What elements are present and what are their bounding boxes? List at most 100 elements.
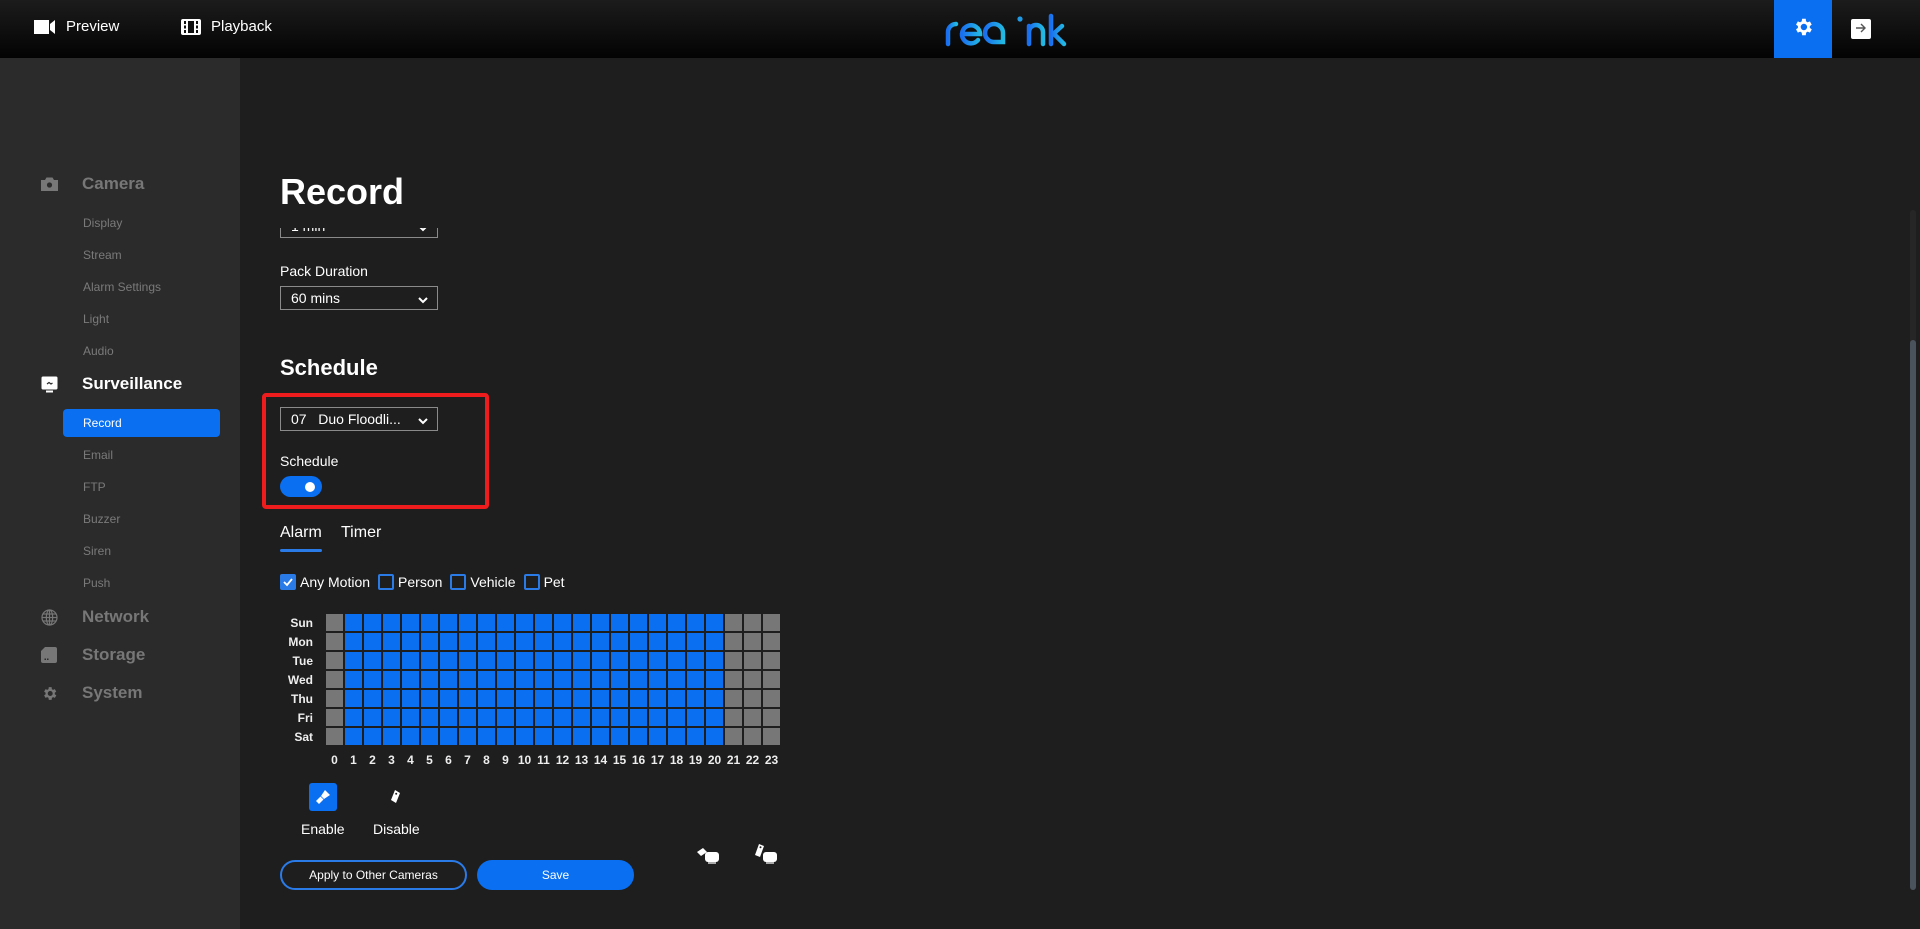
schedule-cell-sun-6[interactable] bbox=[440, 614, 457, 631]
schedule-cell-fri-11[interactable] bbox=[535, 709, 552, 726]
schedule-cell-mon-11[interactable] bbox=[535, 633, 552, 650]
sidebar-item-display[interactable]: Display bbox=[83, 216, 122, 230]
schedule-cell-thu-23[interactable] bbox=[763, 690, 780, 707]
schedule-cell-thu-0[interactable] bbox=[326, 690, 343, 707]
schedule-cell-tue-15[interactable] bbox=[611, 652, 628, 669]
schedule-cell-sat-23[interactable] bbox=[763, 728, 780, 745]
schedule-cell-mon-13[interactable] bbox=[573, 633, 590, 650]
schedule-cell-sun-7[interactable] bbox=[459, 614, 476, 631]
schedule-cell-thu-3[interactable] bbox=[383, 690, 400, 707]
schedule-cell-sun-18[interactable] bbox=[668, 614, 685, 631]
schedule-cell-thu-8[interactable] bbox=[478, 690, 495, 707]
schedule-cell-mon-22[interactable] bbox=[744, 633, 761, 650]
schedule-cell-sat-6[interactable] bbox=[440, 728, 457, 745]
schedule-cell-wed-21[interactable] bbox=[725, 671, 742, 688]
schedule-cell-wed-19[interactable] bbox=[687, 671, 704, 688]
schedule-cell-wed-3[interactable] bbox=[383, 671, 400, 688]
schedule-cell-mon-18[interactable] bbox=[668, 633, 685, 650]
schedule-cell-wed-13[interactable] bbox=[573, 671, 590, 688]
tab-timer[interactable]: Timer bbox=[341, 524, 381, 542]
schedule-cell-tue-3[interactable] bbox=[383, 652, 400, 669]
schedule-cell-wed-11[interactable] bbox=[535, 671, 552, 688]
schedule-cell-wed-18[interactable] bbox=[668, 671, 685, 688]
schedule-cell-fri-15[interactable] bbox=[611, 709, 628, 726]
schedule-cell-fri-1[interactable] bbox=[345, 709, 362, 726]
schedule-cell-fri-8[interactable] bbox=[478, 709, 495, 726]
apply-to-other-cameras-button[interactable]: Apply to Other Cameras bbox=[280, 860, 467, 890]
schedule-cell-wed-8[interactable] bbox=[478, 671, 495, 688]
schedule-cell-wed-17[interactable] bbox=[649, 671, 666, 688]
schedule-cell-sat-10[interactable] bbox=[516, 728, 533, 745]
schedule-cell-thu-15[interactable] bbox=[611, 690, 628, 707]
schedule-cell-sun-19[interactable] bbox=[687, 614, 704, 631]
schedule-cell-thu-12[interactable] bbox=[554, 690, 571, 707]
schedule-cell-tue-12[interactable] bbox=[554, 652, 571, 669]
schedule-cell-mon-12[interactable] bbox=[554, 633, 571, 650]
schedule-cell-sat-20[interactable] bbox=[706, 728, 723, 745]
schedule-cell-tue-5[interactable] bbox=[421, 652, 438, 669]
schedule-cell-sat-15[interactable] bbox=[611, 728, 628, 745]
schedule-cell-fri-13[interactable] bbox=[573, 709, 590, 726]
schedule-cell-sat-22[interactable] bbox=[744, 728, 761, 745]
schedule-cell-tue-14[interactable] bbox=[592, 652, 609, 669]
schedule-cell-sun-8[interactable] bbox=[478, 614, 495, 631]
schedule-cell-sat-21[interactable] bbox=[725, 728, 742, 745]
schedule-cell-tue-7[interactable] bbox=[459, 652, 476, 669]
schedule-cell-fri-6[interactable] bbox=[440, 709, 457, 726]
schedule-cell-fri-23[interactable] bbox=[763, 709, 780, 726]
sidebar-item-audio[interactable]: Audio bbox=[83, 344, 114, 358]
sidebar-group-surveillance[interactable]: Surveillance bbox=[40, 374, 182, 394]
schedule-cell-sat-2[interactable] bbox=[364, 728, 381, 745]
schedule-cell-sun-13[interactable] bbox=[573, 614, 590, 631]
disable-all-button[interactable] bbox=[753, 843, 779, 868]
schedule-cell-tue-22[interactable] bbox=[744, 652, 761, 669]
sidebar-group-system[interactable]: System bbox=[40, 683, 142, 703]
schedule-cell-sat-17[interactable] bbox=[649, 728, 666, 745]
schedule-cell-fri-20[interactable] bbox=[706, 709, 723, 726]
schedule-cell-tue-18[interactable] bbox=[668, 652, 685, 669]
schedule-cell-tue-0[interactable] bbox=[326, 652, 343, 669]
schedule-cell-tue-2[interactable] bbox=[364, 652, 381, 669]
schedule-cell-sun-16[interactable] bbox=[630, 614, 647, 631]
schedule-cell-mon-8[interactable] bbox=[478, 633, 495, 650]
schedule-cell-wed-2[interactable] bbox=[364, 671, 381, 688]
schedule-cell-sun-22[interactable] bbox=[744, 614, 761, 631]
schedule-cell-thu-13[interactable] bbox=[573, 690, 590, 707]
schedule-cell-wed-20[interactable] bbox=[706, 671, 723, 688]
schedule-cell-mon-16[interactable] bbox=[630, 633, 647, 650]
enable-all-button[interactable] bbox=[695, 846, 721, 867]
schedule-cell-thu-17[interactable] bbox=[649, 690, 666, 707]
schedule-cell-sat-16[interactable] bbox=[630, 728, 647, 745]
schedule-cell-wed-14[interactable] bbox=[592, 671, 609, 688]
schedule-cell-thu-11[interactable] bbox=[535, 690, 552, 707]
schedule-cell-mon-21[interactable] bbox=[725, 633, 742, 650]
schedule-cell-thu-5[interactable] bbox=[421, 690, 438, 707]
sidebar-item-ftp[interactable]: FTP bbox=[83, 480, 106, 494]
schedule-cell-fri-16[interactable] bbox=[630, 709, 647, 726]
schedule-cell-sun-11[interactable] bbox=[535, 614, 552, 631]
schedule-cell-mon-0[interactable] bbox=[326, 633, 343, 650]
schedule-cell-thu-22[interactable] bbox=[744, 690, 761, 707]
schedule-cell-sun-4[interactable] bbox=[402, 614, 419, 631]
schedule-cell-sun-17[interactable] bbox=[649, 614, 666, 631]
sidebar-item-alarm-settings[interactable]: Alarm Settings bbox=[83, 280, 161, 294]
schedule-cell-wed-22[interactable] bbox=[744, 671, 761, 688]
schedule-cell-tue-8[interactable] bbox=[478, 652, 495, 669]
schedule-cell-sun-0[interactable] bbox=[326, 614, 343, 631]
schedule-cell-tue-4[interactable] bbox=[402, 652, 419, 669]
schedule-cell-fri-9[interactable] bbox=[497, 709, 514, 726]
sidebar-item-push[interactable]: Push bbox=[83, 576, 110, 590]
filter-pet[interactable]: Pet bbox=[523, 574, 565, 590]
schedule-cell-thu-1[interactable] bbox=[345, 690, 362, 707]
schedule-cell-wed-5[interactable] bbox=[421, 671, 438, 688]
schedule-cell-fri-4[interactable] bbox=[402, 709, 419, 726]
sidebar-item-siren[interactable]: Siren bbox=[83, 544, 111, 558]
schedule-cell-mon-1[interactable] bbox=[345, 633, 362, 650]
schedule-cell-wed-7[interactable] bbox=[459, 671, 476, 688]
schedule-cell-thu-14[interactable] bbox=[592, 690, 609, 707]
schedule-cell-tue-20[interactable] bbox=[706, 652, 723, 669]
schedule-cell-fri-5[interactable] bbox=[421, 709, 438, 726]
schedule-cell-sun-9[interactable] bbox=[497, 614, 514, 631]
schedule-cell-sun-5[interactable] bbox=[421, 614, 438, 631]
schedule-cell-mon-7[interactable] bbox=[459, 633, 476, 650]
